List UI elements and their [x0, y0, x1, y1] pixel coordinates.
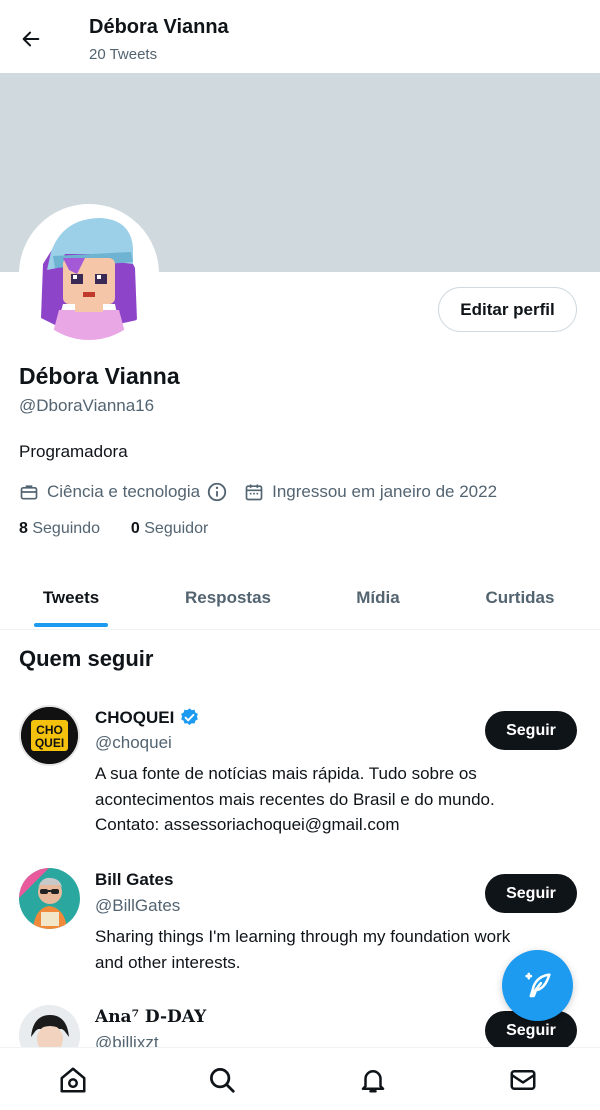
follow-stats: 8 Seguindo 0 Seguidor: [19, 520, 208, 538]
compose-tweet-button[interactable]: [502, 950, 573, 1021]
following-link[interactable]: 8 Seguindo: [19, 520, 100, 537]
verified-badge-icon: [181, 708, 199, 725]
following-count: 8: [19, 520, 28, 537]
edit-profile-button[interactable]: Editar perfil: [438, 287, 577, 332]
nav-search[interactable]: [205, 1063, 239, 1097]
suggestion-name-text: CHOQUEI: [95, 707, 175, 727]
tab-likes[interactable]: Curtidas: [460, 566, 580, 630]
suggestion-bio: A sua fonte de notícias mais rápida. Tud…: [95, 761, 565, 838]
followers-count: 0: [130, 520, 140, 537]
briefcase-icon: [20, 485, 38, 500]
suggestion-name[interactable]: CHOQUEI: [95, 707, 200, 728]
choquei-logo-icon: CHO QUEI: [21, 707, 78, 764]
back-button[interactable]: [14, 22, 48, 56]
nav-notifications[interactable]: [356, 1063, 390, 1097]
suggestion-bio-line: Sharing things I'm learning through my f…: [95, 927, 511, 946]
suggestion-bio: Sharing things I'm learning through my f…: [95, 924, 565, 975]
bottom-navigation: [0, 1047, 600, 1110]
follow-button[interactable]: Seguir: [485, 874, 577, 913]
suggestion-name[interactable]: Ana⁷ D-DAY: [95, 1007, 206, 1027]
nav-home[interactable]: [56, 1063, 90, 1097]
info-icon[interactable]: [206, 481, 228, 503]
compose-feather-icon: [524, 972, 551, 997]
active-tab-indicator: [34, 623, 108, 627]
choquei-logo-line1: CHO: [36, 723, 63, 737]
notifications-icon: [361, 1070, 385, 1093]
suggestion-name[interactable]: Bill Gates: [95, 870, 173, 890]
calendar-icon: [245, 484, 263, 501]
header-title: Débora Vianna: [89, 16, 229, 38]
suggestion-bio-line: A sua fonte de notícias mais rápida. Tud…: [95, 764, 477, 783]
profile-tabs: Tweets Respostas Mídia Curtidas: [0, 566, 600, 630]
home-icon: [60, 1067, 86, 1093]
nav-messages[interactable]: [506, 1063, 540, 1097]
bill-gates-avatar[interactable]: [19, 868, 80, 929]
suggestion-handle: @BillGates: [95, 896, 181, 915]
tab-media[interactable]: Mídia: [320, 566, 436, 630]
suggestion-bio-line: and other interests.: [95, 952, 241, 972]
profile-header: Débora Vianna 20 Tweets: [0, 0, 600, 73]
suggestion-handle: @choquei: [95, 733, 172, 752]
profile-bio: Programadora: [19, 442, 128, 461]
arrow-left-icon: [22, 31, 40, 47]
tab-replies[interactable]: Respostas: [160, 566, 296, 630]
followers-link[interactable]: 0 Seguidor: [131, 520, 208, 537]
suggestion-bio-line: Contato: assessoriachoquei@gmail.com: [95, 815, 400, 834]
profile-joined-date: Ingressou em janeiro de 2022: [272, 482, 498, 501]
profile-handle: @DboraVianna16: [19, 396, 155, 415]
followers-label: Seguidor: [144, 520, 209, 537]
following-label: Seguindo: [32, 520, 100, 537]
tab-tweets[interactable]: Tweets: [10, 566, 132, 630]
header-tweet-count: 20 Tweets: [89, 46, 158, 63]
profile-avatar[interactable]: [19, 204, 159, 344]
profile-category[interactable]: Ciência e tecnologia: [47, 482, 200, 502]
follow-button[interactable]: Seguir: [485, 711, 577, 750]
search-icon: [210, 1068, 235, 1093]
pixel-art-avatar-image: [23, 208, 155, 340]
profile-meta: Ciência e tecnologia Ingressou em janeir…: [19, 481, 497, 503]
messages-icon: [510, 1070, 536, 1090]
suggestion-bio-line: acontecimentos mais recentes do Brasil e…: [95, 789, 495, 809]
who-to-follow-title: Quem seguir: [19, 646, 154, 671]
bill-gates-photo-image: [19, 868, 80, 929]
profile-name: Débora Vianna: [19, 363, 180, 389]
choquei-logo-line2: QUEI: [35, 736, 64, 750]
choquei-avatar[interactable]: CHO QUEI: [19, 705, 80, 766]
